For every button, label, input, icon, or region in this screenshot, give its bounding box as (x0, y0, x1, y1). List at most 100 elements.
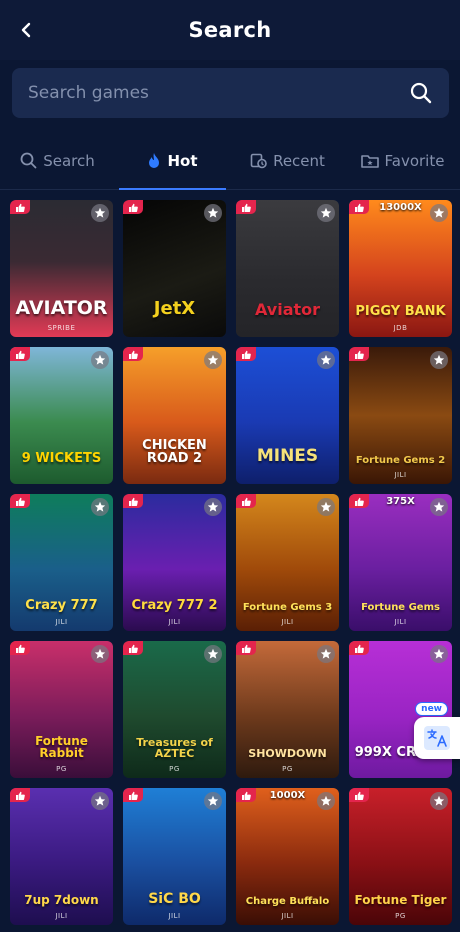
game-card[interactable]: 375X Fortune Gems JILI (349, 494, 452, 631)
favorite-button[interactable] (91, 792, 109, 810)
favorite-button[interactable] (317, 351, 335, 369)
provider-label: JILI (55, 618, 68, 626)
favorite-button[interactable] (430, 645, 448, 663)
game-card[interactable]: 7up 7down JILI (10, 788, 113, 925)
tab-label: Recent (273, 151, 325, 170)
translate-icon (424, 726, 450, 750)
game-card[interactable]: 13000X PIGGY BANK JDB (349, 200, 452, 337)
game-card[interactable]: JetX (123, 200, 226, 337)
hot-badge (349, 788, 369, 802)
thumbs-up-icon (355, 350, 364, 359)
provider-label: PG (282, 765, 293, 773)
translate-button[interactable] (414, 717, 460, 759)
hot-badge (10, 494, 30, 508)
search-input[interactable] (28, 83, 407, 103)
tab-recent[interactable]: Recent (230, 132, 345, 189)
game-title: Fortune Gems 3 (242, 601, 333, 613)
thumbs-up-icon (16, 203, 25, 212)
favorite-button[interactable] (204, 204, 222, 222)
game-card[interactable]: CHICKEN ROAD 2 (123, 347, 226, 484)
game-card[interactable]: Aviator (236, 200, 339, 337)
hot-badge (10, 641, 30, 655)
game-title: Fortune Gems 2 (355, 454, 446, 466)
search-submit-button[interactable] (407, 79, 435, 107)
favorite-button[interactable] (91, 351, 109, 369)
star-icon (433, 648, 445, 659)
favorite-button[interactable] (317, 204, 335, 222)
hot-badge (236, 641, 256, 655)
tab-search[interactable]: Search (0, 132, 115, 189)
provider-label: JILI (394, 618, 407, 626)
hot-badge (236, 494, 256, 508)
favorite-button[interactable] (91, 498, 109, 516)
favorite-button[interactable] (204, 498, 222, 516)
game-card[interactable]: Fortune Gems 2 JILI (349, 347, 452, 484)
favorite-button[interactable] (204, 792, 222, 810)
favorite-button[interactable] (317, 645, 335, 663)
game-card[interactable]: SHOWDOWN PG (236, 641, 339, 778)
star-icon (207, 354, 219, 365)
thumbs-up-icon (16, 497, 25, 506)
hot-badge (123, 641, 143, 655)
favorite-button[interactable] (430, 351, 448, 369)
game-card[interactable]: Crazy 777 JILI (10, 494, 113, 631)
page-title: Search (188, 18, 272, 42)
star-icon (207, 501, 219, 512)
game-title: Treasures of AZTEC (136, 735, 213, 761)
star-icon (320, 648, 332, 659)
recent-icon (250, 153, 267, 169)
top-bar: Search (0, 0, 460, 60)
game-card[interactable]: 9 WICKETS (10, 347, 113, 484)
thumbs-up-icon (129, 350, 138, 359)
star-icon (207, 648, 219, 659)
favorite-button[interactable] (430, 792, 448, 810)
favorite-button[interactable] (91, 204, 109, 222)
thumbs-up-icon (129, 791, 138, 800)
hot-badge (236, 347, 256, 361)
game-title: JetX (153, 298, 196, 320)
game-title: Fortune Gems (361, 601, 440, 613)
star-icon (207, 795, 219, 806)
star-icon (433, 354, 445, 365)
thumbs-up-icon (242, 350, 251, 359)
flame-icon (149, 153, 160, 168)
favorite-button[interactable] (204, 645, 222, 663)
tab-favorite[interactable]: Favorite (345, 132, 460, 189)
star-icon (433, 795, 445, 806)
game-card[interactable]: Fortune Tiger PG (349, 788, 452, 925)
star-icon (320, 207, 332, 218)
game-card[interactable]: Fortune Gems 3 JILI (236, 494, 339, 631)
provider-label: SPRIBE (47, 324, 76, 332)
hot-badge (349, 347, 369, 361)
favorite-button[interactable] (204, 351, 222, 369)
game-card[interactable]: Treasures of AZTEC PG (123, 641, 226, 778)
star-icon (94, 501, 106, 512)
provider-label: PG (169, 765, 180, 773)
provider-label: JILI (168, 912, 181, 920)
thumbs-up-icon (129, 203, 138, 212)
game-title: SHOWDOWN (248, 747, 327, 761)
game-card[interactable]: Crazy 777 2 JILI (123, 494, 226, 631)
game-card[interactable]: Fortune Rabbit PG (10, 641, 113, 778)
game-title: Charge Buffalo (245, 895, 330, 907)
favorite-button[interactable] (317, 498, 335, 516)
search-icon (410, 82, 432, 104)
star-icon (207, 207, 219, 218)
game-card[interactable]: SiC BO JILI (123, 788, 226, 925)
star-icon (320, 501, 332, 512)
thumbs-up-icon (242, 203, 251, 212)
star-icon (94, 207, 106, 218)
thumbs-up-icon (242, 644, 251, 653)
provider-label: JDB (393, 324, 408, 332)
game-card[interactable]: AVIATOR SPRIBE (10, 200, 113, 337)
tab-hot[interactable]: Hot (115, 132, 230, 190)
hot-badge (236, 200, 256, 214)
back-button[interactable] (10, 14, 42, 46)
provider-label: JILI (394, 471, 407, 479)
multiplier-label: 13000X (379, 202, 422, 213)
provider-label: JILI (55, 912, 68, 920)
game-card[interactable]: MINES (236, 347, 339, 484)
favorite-button[interactable] (91, 645, 109, 663)
game-card[interactable]: 1000X Charge Buffalo JILI (236, 788, 339, 925)
provider-label: PG (56, 765, 67, 773)
